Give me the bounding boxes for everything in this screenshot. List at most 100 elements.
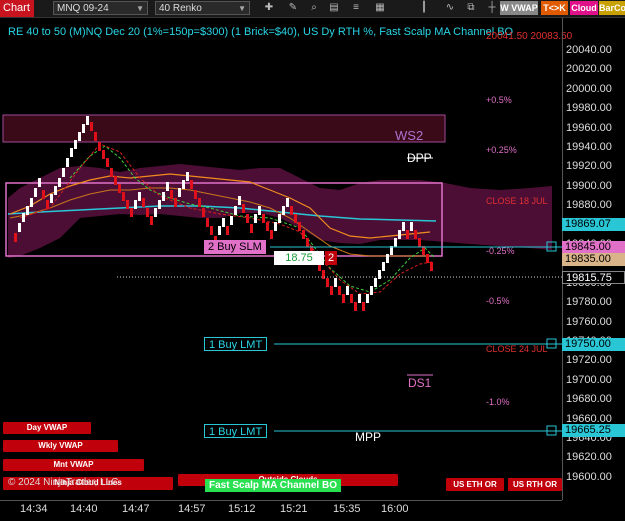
properties-icon[interactable]: ≡ bbox=[350, 2, 362, 14]
renko-brick bbox=[418, 238, 421, 247]
renko-brick bbox=[102, 150, 105, 159]
renko-brick bbox=[146, 208, 149, 217]
price-tick-label: 19720.00 bbox=[566, 354, 612, 367]
renko-brick bbox=[222, 218, 225, 227]
order-qty-tag[interactable]: 2 bbox=[325, 251, 337, 265]
renko-brick bbox=[210, 226, 213, 235]
pct-minus-025-label: -0.25% bbox=[486, 246, 515, 256]
ds1-label: DS1 bbox=[408, 376, 432, 390]
us-eth-or-button[interactable]: US ETH OR bbox=[446, 478, 504, 491]
price-tick-label: 19960.00 bbox=[566, 121, 612, 134]
price-box-p1: 19869.07 bbox=[562, 218, 625, 231]
dpp-label: DPP bbox=[407, 151, 432, 165]
bar-type-selector[interactable]: 40 Renko ▼ bbox=[155, 1, 250, 15]
chevron-down-icon: ▼ bbox=[136, 4, 144, 13]
renko-brick bbox=[194, 190, 197, 199]
close-18-label: CLOSE 18 JUL bbox=[486, 196, 548, 206]
instrument-selector[interactable]: MNQ 09-24 ▼ bbox=[53, 1, 148, 15]
renko-brick bbox=[406, 230, 409, 239]
renko-brick bbox=[302, 230, 305, 239]
renko-brick bbox=[50, 194, 53, 203]
renko-brick bbox=[394, 238, 397, 247]
day-vwap-button[interactable]: Day VWAP bbox=[3, 422, 91, 434]
instrument-label: MNQ 09-24 bbox=[57, 3, 109, 14]
renko-brick bbox=[122, 192, 125, 201]
wkly-vwap-button[interactable]: Wkly VWAP bbox=[3, 440, 118, 452]
price-tick-label: 19620.00 bbox=[566, 451, 612, 464]
price-tick-label: 19600.00 bbox=[566, 470, 612, 483]
renko-brick bbox=[58, 178, 61, 187]
buy-slm-order[interactable]: 2 Buy SLM bbox=[204, 240, 266, 254]
pct-minus-05-label: -0.5% bbox=[486, 296, 510, 306]
price-box-p5: 19750.00 bbox=[562, 338, 625, 351]
price-tick-label: 19880.00 bbox=[566, 199, 612, 212]
time-tick-label: 15:12 bbox=[228, 503, 256, 515]
renko-brick bbox=[34, 188, 37, 197]
strategy-icon[interactable]: ⧉ bbox=[465, 2, 477, 14]
renko-brick bbox=[170, 190, 173, 199]
renko-brick bbox=[354, 302, 357, 311]
renko-brick bbox=[138, 192, 141, 201]
price-box-p6: 19665.25 bbox=[562, 424, 625, 437]
renko-brick bbox=[98, 142, 101, 151]
renko-brick bbox=[54, 186, 57, 195]
renko-brick bbox=[126, 200, 129, 209]
chart-style-icon[interactable]: ┼ bbox=[486, 2, 498, 14]
price-tick-label: 19680.00 bbox=[566, 393, 612, 406]
renko-brick bbox=[154, 208, 157, 217]
renko-brick bbox=[226, 226, 229, 235]
buy-lmt-order-2[interactable]: 1 Buy LMT bbox=[204, 424, 268, 438]
data-box-icon[interactable]: ▦ bbox=[374, 2, 386, 14]
time-tick-label: 15:21 bbox=[280, 503, 308, 515]
renko-brick bbox=[266, 222, 269, 231]
us-rth-or-button[interactable]: US RTH OR bbox=[508, 478, 562, 491]
renko-brick bbox=[342, 294, 345, 303]
renko-brick bbox=[374, 278, 377, 287]
renko-brick bbox=[38, 178, 41, 187]
renko-brick bbox=[106, 158, 109, 167]
crosshair-icon[interactable]: ✚ bbox=[263, 2, 275, 14]
price-tick-label: 20000.00 bbox=[566, 82, 612, 95]
pct-plus-05-label: +0.5% bbox=[486, 95, 512, 105]
indicator-icon[interactable]: ∿ bbox=[444, 2, 456, 14]
renko-brick bbox=[386, 254, 389, 263]
pct-minus-1-label: -1.0% bbox=[486, 397, 510, 407]
cloud-button[interactable]: Cloud bbox=[570, 1, 598, 15]
time-tick-label: 14:34 bbox=[20, 503, 48, 515]
bar-icon[interactable]: ┃ bbox=[418, 2, 430, 14]
mpp-label: MPP bbox=[355, 430, 382, 444]
tk-button[interactable]: T<>K bbox=[541, 1, 568, 15]
fast-scalp-button[interactable]: Fast Scalp MA Channel BO bbox=[205, 479, 341, 492]
price-tick-label: 19940.00 bbox=[566, 141, 612, 153]
renko-brick bbox=[270, 230, 273, 239]
ichimoku-cloud bbox=[8, 164, 552, 258]
renko-brick bbox=[90, 122, 93, 131]
price-box-p3: 19835.00 bbox=[562, 253, 625, 266]
renko-brick bbox=[30, 198, 33, 207]
barco-button[interactable]: BarCo bbox=[599, 1, 625, 15]
renko-brick bbox=[398, 230, 401, 239]
renko-brick bbox=[370, 286, 373, 295]
chart-tab[interactable]: Chart bbox=[0, 0, 34, 17]
chart-title: RE 40 to 50 (M)NQ Dec 20 (1%=150p=$300) … bbox=[8, 26, 514, 38]
ws2-label: WS2 bbox=[395, 128, 424, 143]
price-tick-label: 20040.00 bbox=[566, 44, 612, 56]
copyright-text: © 2024 NinjaTrader, LLC bbox=[8, 477, 119, 488]
wvwap-button[interactable]: W VWAP bbox=[500, 1, 538, 15]
renko-brick bbox=[70, 148, 73, 157]
mnt-vwap-button[interactable]: Mnt VWAP bbox=[3, 459, 144, 471]
buy-lmt-order-1[interactable]: 1 Buy LMT bbox=[204, 337, 268, 351]
draw-tools-icon[interactable]: ✎ bbox=[287, 2, 299, 14]
renko-brick bbox=[346, 286, 349, 295]
template-icon[interactable]: ▤ bbox=[328, 2, 340, 14]
renko-brick bbox=[94, 132, 97, 141]
renko-brick bbox=[402, 222, 405, 231]
renko-brick bbox=[130, 208, 133, 217]
zoom-icon[interactable]: ⌕ bbox=[308, 2, 320, 14]
renko-brick bbox=[118, 184, 121, 193]
stop-price-tag[interactable]: 18.75 bbox=[274, 251, 324, 265]
renko-brick bbox=[298, 222, 301, 231]
renko-brick bbox=[330, 286, 333, 295]
renko-brick bbox=[134, 200, 137, 209]
renko-brick bbox=[46, 200, 49, 209]
